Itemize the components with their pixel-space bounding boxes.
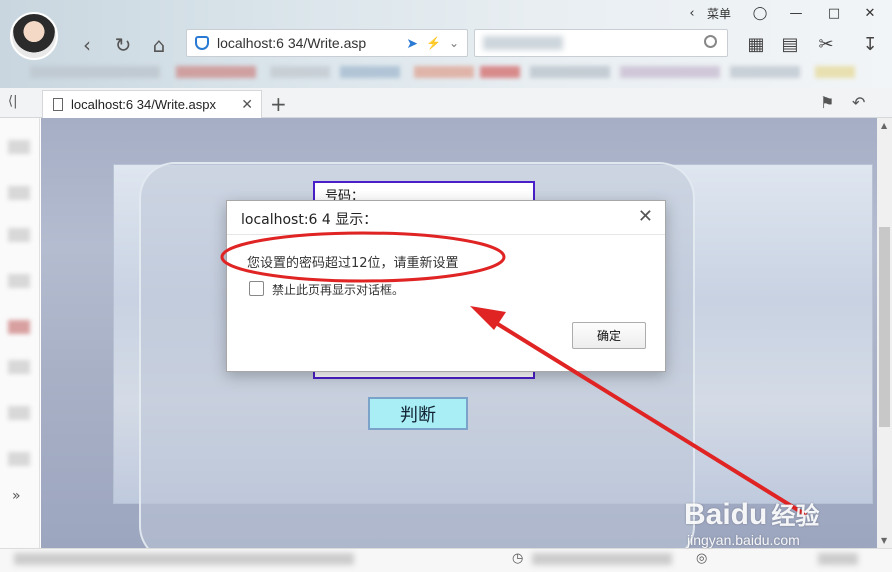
refresh-icon[interactable]: ↻ xyxy=(110,32,136,58)
clock-icon[interactable]: ◷ xyxy=(512,551,523,566)
sidebar-toggle-icon[interactable]: ⟨| xyxy=(8,94,17,109)
more-icon[interactable]: » xyxy=(12,488,21,504)
search-input[interactable] xyxy=(474,29,728,57)
baidu-watermark: Baidu 经验 jingyan.baidu.com xyxy=(684,496,820,548)
close-window-icon[interactable]: ✕ xyxy=(860,4,880,22)
back-icon[interactable]: ‹ xyxy=(74,32,100,58)
sidebar-item[interactable] xyxy=(8,228,30,242)
bookmark-item[interactable] xyxy=(730,66,800,78)
bookmark-item[interactable] xyxy=(30,66,160,78)
search-icon[interactable] xyxy=(704,35,717,48)
alert-dialog: localhost:6 4 显示： ✕ 您设置的密码超过12位，请重新设置 禁止… xyxy=(226,200,666,372)
extension-icon[interactable]: ⚑ xyxy=(820,93,834,112)
bookmark-item[interactable] xyxy=(340,66,400,78)
menu-button[interactable]: 菜单 xyxy=(704,4,734,22)
sidebar-item[interactable] xyxy=(8,140,30,154)
status-text-blur xyxy=(14,553,354,565)
suppress-dialogs-checkbox[interactable] xyxy=(249,281,264,296)
apps-grid-icon[interactable]: ▦ xyxy=(744,32,768,56)
undo-icon[interactable]: ↶ xyxy=(852,93,865,112)
scroll-up-icon[interactable]: ▲ xyxy=(881,121,887,130)
suppress-dialogs-label[interactable]: 禁止此页再显示对话框。 xyxy=(272,281,404,298)
sidebar-item[interactable] xyxy=(8,406,30,420)
sidebar-item[interactable] xyxy=(8,186,30,200)
bookmark-item[interactable] xyxy=(480,66,520,78)
ok-button[interactable]: 确定 xyxy=(572,322,646,349)
scroll-thumb[interactable] xyxy=(879,227,890,427)
tab-title: localhost:6 34/Write.aspx xyxy=(71,97,216,112)
search-placeholder-blur xyxy=(483,36,563,50)
bookmark-item[interactable] xyxy=(530,66,610,78)
download-icon[interactable]: ↧ xyxy=(858,32,882,56)
reader-icon[interactable]: ▤ xyxy=(778,32,802,56)
sidebar-item[interactable] xyxy=(8,452,30,466)
sidebar-item[interactable] xyxy=(8,320,30,334)
shield-icon xyxy=(195,36,209,50)
dialog-message: 您设置的密码超过12位，请重新设置 xyxy=(247,256,459,271)
tab-close-icon[interactable]: ✕ xyxy=(241,96,253,113)
skin-icon[interactable]: ◯ xyxy=(750,4,770,22)
sidebar-item[interactable] xyxy=(8,360,30,374)
menu-chevron-icon[interactable]: ‹ xyxy=(686,4,698,22)
lightning-icon[interactable]: ⚡ xyxy=(426,36,441,50)
user-avatar[interactable] xyxy=(10,12,58,60)
glasses-icon[interactable]: ◎ xyxy=(696,551,707,566)
address-bar[interactable]: localhost:6 34/Write.asp ➤ ⚡ ⌄ xyxy=(186,29,468,57)
maximize-icon[interactable]: □ xyxy=(824,4,844,22)
judge-button[interactable]: 判断 xyxy=(368,397,468,430)
tab-write-aspx[interactable]: localhost:6 34/Write.aspx ✕ xyxy=(42,90,262,118)
document-icon xyxy=(53,98,63,111)
scissors-icon[interactable]: ✂ xyxy=(814,32,838,56)
bookmark-item[interactable] xyxy=(815,66,855,78)
dialog-title: localhost:6 4 显示： xyxy=(241,212,378,228)
zoom-text-blur xyxy=(818,553,858,565)
bookmark-item[interactable] xyxy=(270,66,330,78)
status-text-blur xyxy=(532,553,672,565)
new-tab-icon[interactable]: + xyxy=(270,92,287,116)
bookmark-item[interactable] xyxy=(414,66,474,78)
chevron-down-icon[interactable]: ⌄ xyxy=(449,36,459,50)
watermark-logo: Baidu xyxy=(684,498,768,531)
home-icon[interactable]: ⌂ xyxy=(146,32,172,58)
bookmark-item[interactable] xyxy=(176,66,256,78)
watermark-url: jingyan.baidu.com xyxy=(687,532,800,548)
minimize-icon[interactable]: — xyxy=(786,4,806,22)
rocket-icon[interactable]: ➤ xyxy=(406,35,418,52)
scroll-down-icon[interactable]: ▼ xyxy=(881,536,887,545)
address-url[interactable]: localhost:6 34/Write.asp xyxy=(217,35,402,51)
dialog-close-icon[interactable]: ✕ xyxy=(638,206,653,227)
watermark-brand: 经验 xyxy=(771,502,820,530)
sidebar-item[interactable] xyxy=(8,274,30,288)
bookmark-item[interactable] xyxy=(620,66,720,78)
